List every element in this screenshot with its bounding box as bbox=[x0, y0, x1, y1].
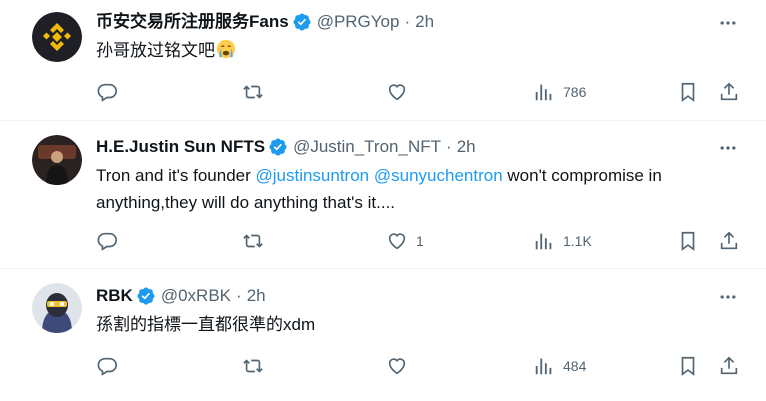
reply-button[interactable] bbox=[96, 354, 126, 378]
retweet-button[interactable] bbox=[242, 354, 272, 378]
share-icon bbox=[720, 82, 738, 101]
like-button[interactable] bbox=[386, 80, 416, 104]
share-button[interactable] bbox=[718, 354, 740, 378]
views-button[interactable]: 484 bbox=[533, 354, 586, 378]
reply-button[interactable] bbox=[96, 229, 126, 253]
bookmark-icon bbox=[681, 356, 695, 376]
like-button[interactable]: 1 bbox=[386, 229, 424, 253]
more-icon[interactable] bbox=[717, 137, 739, 159]
view-count: 484 bbox=[563, 358, 587, 374]
reply-icon bbox=[97, 357, 117, 376]
bookmark-button[interactable] bbox=[677, 354, 699, 378]
tweet-text-content: 孫割的指標一直都很準的xdm bbox=[96, 315, 316, 334]
more-icon[interactable] bbox=[717, 12, 739, 34]
avatar[interactable] bbox=[32, 135, 82, 185]
reply-icon bbox=[97, 232, 117, 251]
tweet-header: H.E.Justin Sun NFTS @Justin_Tron_NFT · 2… bbox=[96, 136, 476, 158]
view-count: 1.1K bbox=[563, 233, 592, 249]
display-name[interactable]: 币安交易所注册服务Fans bbox=[96, 11, 289, 33]
timestamp[interactable]: 2h bbox=[457, 136, 476, 158]
tweet-text: 孙哥放过铭文吧 bbox=[96, 37, 736, 64]
tweet-header: RBK @0xRBK · 2h bbox=[96, 285, 266, 307]
share-button[interactable] bbox=[718, 229, 740, 253]
profile-photo-icon bbox=[32, 283, 82, 333]
timestamp[interactable]: 2h bbox=[415, 11, 434, 33]
views-icon bbox=[535, 233, 552, 250]
views-icon bbox=[535, 358, 552, 375]
tweet-text-pre: Tron and it's founder bbox=[96, 166, 256, 185]
handle[interactable]: @0xRBK bbox=[161, 285, 231, 307]
separator-dot: · bbox=[446, 137, 452, 156]
separator-dot: · bbox=[236, 286, 242, 305]
retweet-button[interactable] bbox=[242, 80, 272, 104]
bookmark-icon bbox=[681, 82, 695, 102]
handle[interactable]: @PRGYop bbox=[317, 11, 400, 33]
tweet[interactable]: RBK @0xRBK · 2h 孫割的指標一直都很準的xdm 484 bbox=[0, 269, 766, 401]
retweet-icon bbox=[243, 359, 263, 373]
view-count: 786 bbox=[563, 84, 587, 100]
avatar[interactable] bbox=[32, 283, 82, 333]
mention-link[interactable]: @sunyuchentron bbox=[374, 166, 503, 185]
views-icon bbox=[535, 84, 552, 101]
reply-button[interactable] bbox=[96, 80, 126, 104]
tweet[interactable]: 币安交易所注册服务Fans @PRGYop · 2h 孙哥放过铭文吧 786 bbox=[0, 0, 766, 121]
tweet-header: 币安交易所注册服务Fans @PRGYop · 2h bbox=[96, 11, 434, 33]
retweet-icon bbox=[243, 85, 263, 99]
retweet-button[interactable] bbox=[242, 229, 272, 253]
verified-badge-icon[interactable] bbox=[136, 286, 156, 306]
separator-dot: · bbox=[404, 12, 411, 31]
tweet-actions: 484 bbox=[96, 354, 740, 378]
tweet-text: Tron and it's founder @justinsuntron @su… bbox=[96, 162, 736, 216]
handle[interactable]: @Justin_Tron_NFT bbox=[293, 136, 441, 158]
share-button[interactable] bbox=[718, 80, 740, 104]
crying-face-emoji bbox=[216, 39, 236, 59]
like-icon bbox=[388, 84, 406, 101]
verified-badge-icon[interactable] bbox=[292, 12, 312, 32]
mention-link[interactable]: @justinsuntron bbox=[255, 166, 369, 185]
verified-badge-icon[interactable] bbox=[268, 137, 288, 157]
tweet-actions: 1 1.1K bbox=[96, 229, 740, 253]
bookmark-button[interactable] bbox=[677, 80, 699, 104]
avatar[interactable] bbox=[32, 12, 82, 62]
bookmark-icon bbox=[681, 231, 695, 251]
like-button[interactable] bbox=[386, 354, 416, 378]
share-icon bbox=[720, 231, 738, 250]
retweet-icon bbox=[243, 234, 263, 248]
timeline: 币安交易所注册服务Fans @PRGYop · 2h 孙哥放过铭文吧 786 H… bbox=[0, 0, 766, 401]
tweet-text-content: 孙哥放过铭文吧 bbox=[96, 41, 215, 60]
views-button[interactable]: 786 bbox=[533, 80, 586, 104]
display-name[interactable]: RBK bbox=[96, 285, 133, 307]
like-icon bbox=[388, 358, 406, 375]
display-name[interactable]: H.E.Justin Sun NFTS bbox=[96, 136, 265, 158]
timestamp[interactable]: 2h bbox=[247, 285, 266, 307]
binance-logo-icon bbox=[32, 12, 82, 62]
more-icon[interactable] bbox=[717, 286, 739, 308]
like-count: 1 bbox=[416, 233, 424, 249]
bookmark-button[interactable] bbox=[677, 229, 699, 253]
views-button[interactable]: 1.1K bbox=[533, 229, 592, 253]
tweet-actions: 786 bbox=[96, 80, 740, 104]
tweet-text: 孫割的指標一直都很準的xdm bbox=[96, 311, 736, 338]
tweet[interactable]: H.E.Justin Sun NFTS @Justin_Tron_NFT · 2… bbox=[0, 121, 766, 269]
like-icon bbox=[388, 233, 406, 250]
profile-photo-icon bbox=[32, 135, 82, 185]
share-icon bbox=[720, 356, 738, 375]
reply-icon bbox=[97, 83, 117, 102]
